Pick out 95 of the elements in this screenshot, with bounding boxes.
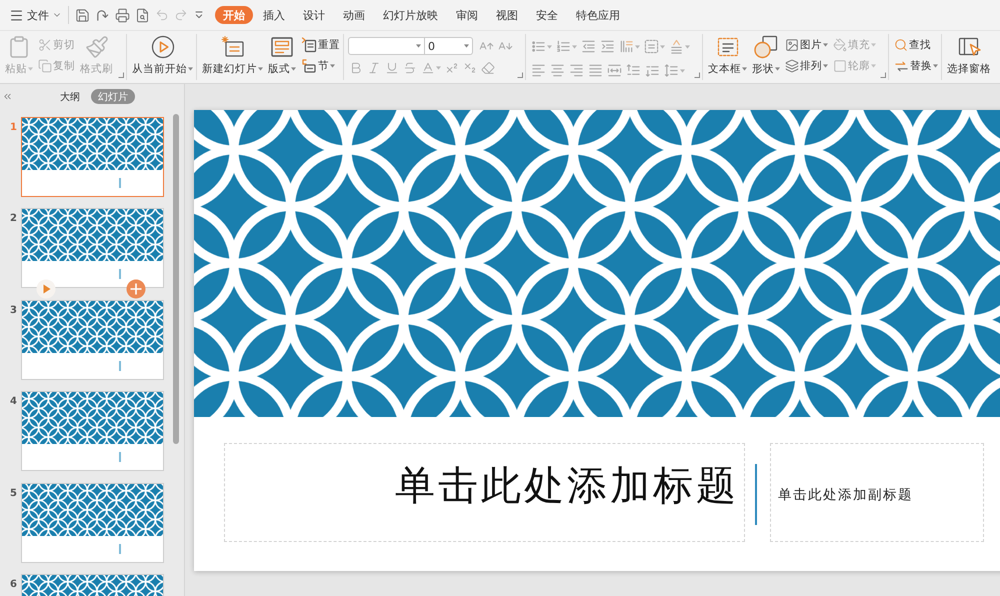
ribbon-tab[interactable]: 安全 [528, 6, 566, 24]
image-icon [785, 38, 799, 52]
replace-button[interactable]: 替换 [893, 56, 939, 76]
paragraph-spacing-icon [669, 39, 684, 54]
launcher-icon[interactable] [517, 72, 523, 78]
layout-icon [270, 35, 294, 59]
title-text-box[interactable]: 单击此处添加标题 [224, 443, 745, 542]
play-icon [150, 35, 174, 59]
picture-button[interactable]: 图片 [784, 35, 829, 55]
spacing-before-icon [626, 63, 641, 78]
bold-icon [349, 60, 363, 74]
outdent-icon [581, 39, 596, 54]
caret-icon [464, 44, 469, 48]
reset-button[interactable]: 重置 [300, 35, 341, 55]
save-icon [75, 8, 90, 22]
numbered-list-icon [556, 39, 571, 54]
ribbon-tab[interactable]: 视图 [488, 6, 526, 24]
paintbrush-icon [85, 35, 109, 59]
selection-pane-button[interactable]: 选择窗格 [946, 35, 993, 76]
customize-caret-icon [193, 9, 205, 21]
slide-number: 2 [10, 213, 18, 226]
file-menu[interactable]: 文件 [7, 4, 64, 26]
launcher-icon[interactable] [880, 72, 886, 78]
caret-icon [416, 44, 421, 48]
line-spacing-icon [664, 63, 679, 78]
curved-arrow-icon [95, 8, 110, 22]
eraser-icon [481, 60, 495, 74]
panel-tab[interactable]: 大纲 [53, 89, 87, 104]
layers-icon [785, 59, 799, 73]
align-right-icon [569, 63, 584, 78]
shape-button[interactable]: 形状 [751, 35, 781, 76]
ribbon-tab[interactable]: 特色应用 [568, 6, 628, 24]
reset-icon [301, 37, 317, 53]
scrollbar-thumb[interactable] [173, 114, 179, 444]
text-box-icon [716, 35, 740, 59]
accent-line [755, 464, 757, 525]
paint-bucket-icon [833, 38, 847, 52]
slide-number: 5 [10, 488, 18, 500]
menu-icon [9, 8, 24, 22]
italic-icon [367, 60, 381, 74]
shapes-icon [754, 35, 778, 59]
slide-number: 1 [10, 122, 18, 134]
new-slide-icon [220, 35, 244, 59]
indent-icon [600, 39, 615, 54]
slide-thumbnail[interactable] [21, 482, 164, 563]
justify-icon [588, 63, 603, 78]
undo-icon [155, 8, 169, 22]
slide-number: 3 [10, 304, 18, 317]
ribbon-tab[interactable]: 设计 [295, 6, 333, 24]
printer-icon [115, 8, 130, 22]
align-left-icon [531, 63, 546, 78]
redo-icon [174, 8, 188, 22]
ribbon-tab[interactable]: 插入 [255, 6, 293, 24]
search-icon [894, 38, 908, 52]
text-box-button[interactable]: 文本框 [707, 35, 748, 76]
subscript-icon [463, 60, 477, 74]
subtitle-text-box[interactable]: 单击此处添加副标题 [770, 443, 984, 542]
copy-icon [38, 59, 52, 73]
launcher-icon[interactable] [694, 72, 700, 78]
strikethrough-icon [403, 60, 417, 74]
section-icon [301, 58, 317, 74]
ribbon-tab[interactable]: 幻灯片放映 [375, 6, 446, 24]
slide-number: 6 [10, 578, 18, 591]
new-slide-button[interactable]: 新建幻灯片 [201, 35, 264, 76]
spacing-after-icon [645, 63, 660, 78]
play-from-current-button[interactable]: 从当前开始 [131, 35, 194, 76]
superscript-icon [445, 60, 459, 74]
collapse-icon [2, 91, 13, 102]
align-center-icon [550, 63, 565, 78]
text-direction-icon [619, 39, 634, 54]
scissors-icon [38, 38, 52, 52]
slide-thumbnail[interactable] [21, 208, 164, 288]
replace-icon [894, 58, 909, 74]
square-outline-icon [833, 59, 847, 73]
ribbon-tab[interactable]: 审阅 [448, 6, 486, 24]
slide-thumbnail[interactable] [21, 300, 164, 380]
slide-number: 4 [10, 396, 18, 408]
font-name-field[interactable] [348, 37, 425, 55]
slide-thumbnail[interactable] [21, 391, 164, 472]
distribute-icon [607, 63, 622, 78]
bulleted-list-icon [531, 39, 546, 54]
underline-icon [385, 60, 399, 74]
find-button[interactable]: 查找 [893, 35, 939, 55]
ribbon-tab[interactable]: 动画 [335, 6, 373, 24]
align-text-icon [644, 39, 659, 54]
slide-thumbnail[interactable] [21, 117, 164, 197]
arrange-button[interactable]: 排列 [784, 56, 829, 76]
launcher-icon[interactable] [118, 72, 124, 78]
play-icon[interactable] [36, 279, 56, 300]
plus-icon[interactable] [126, 279, 146, 300]
font-color-icon [421, 60, 435, 74]
page-search-icon [135, 8, 150, 22]
layout-button[interactable]: 版式 [267, 35, 297, 76]
section-button[interactable]: 节 [300, 56, 341, 76]
font-size-field[interactable]: 0 [425, 37, 473, 55]
